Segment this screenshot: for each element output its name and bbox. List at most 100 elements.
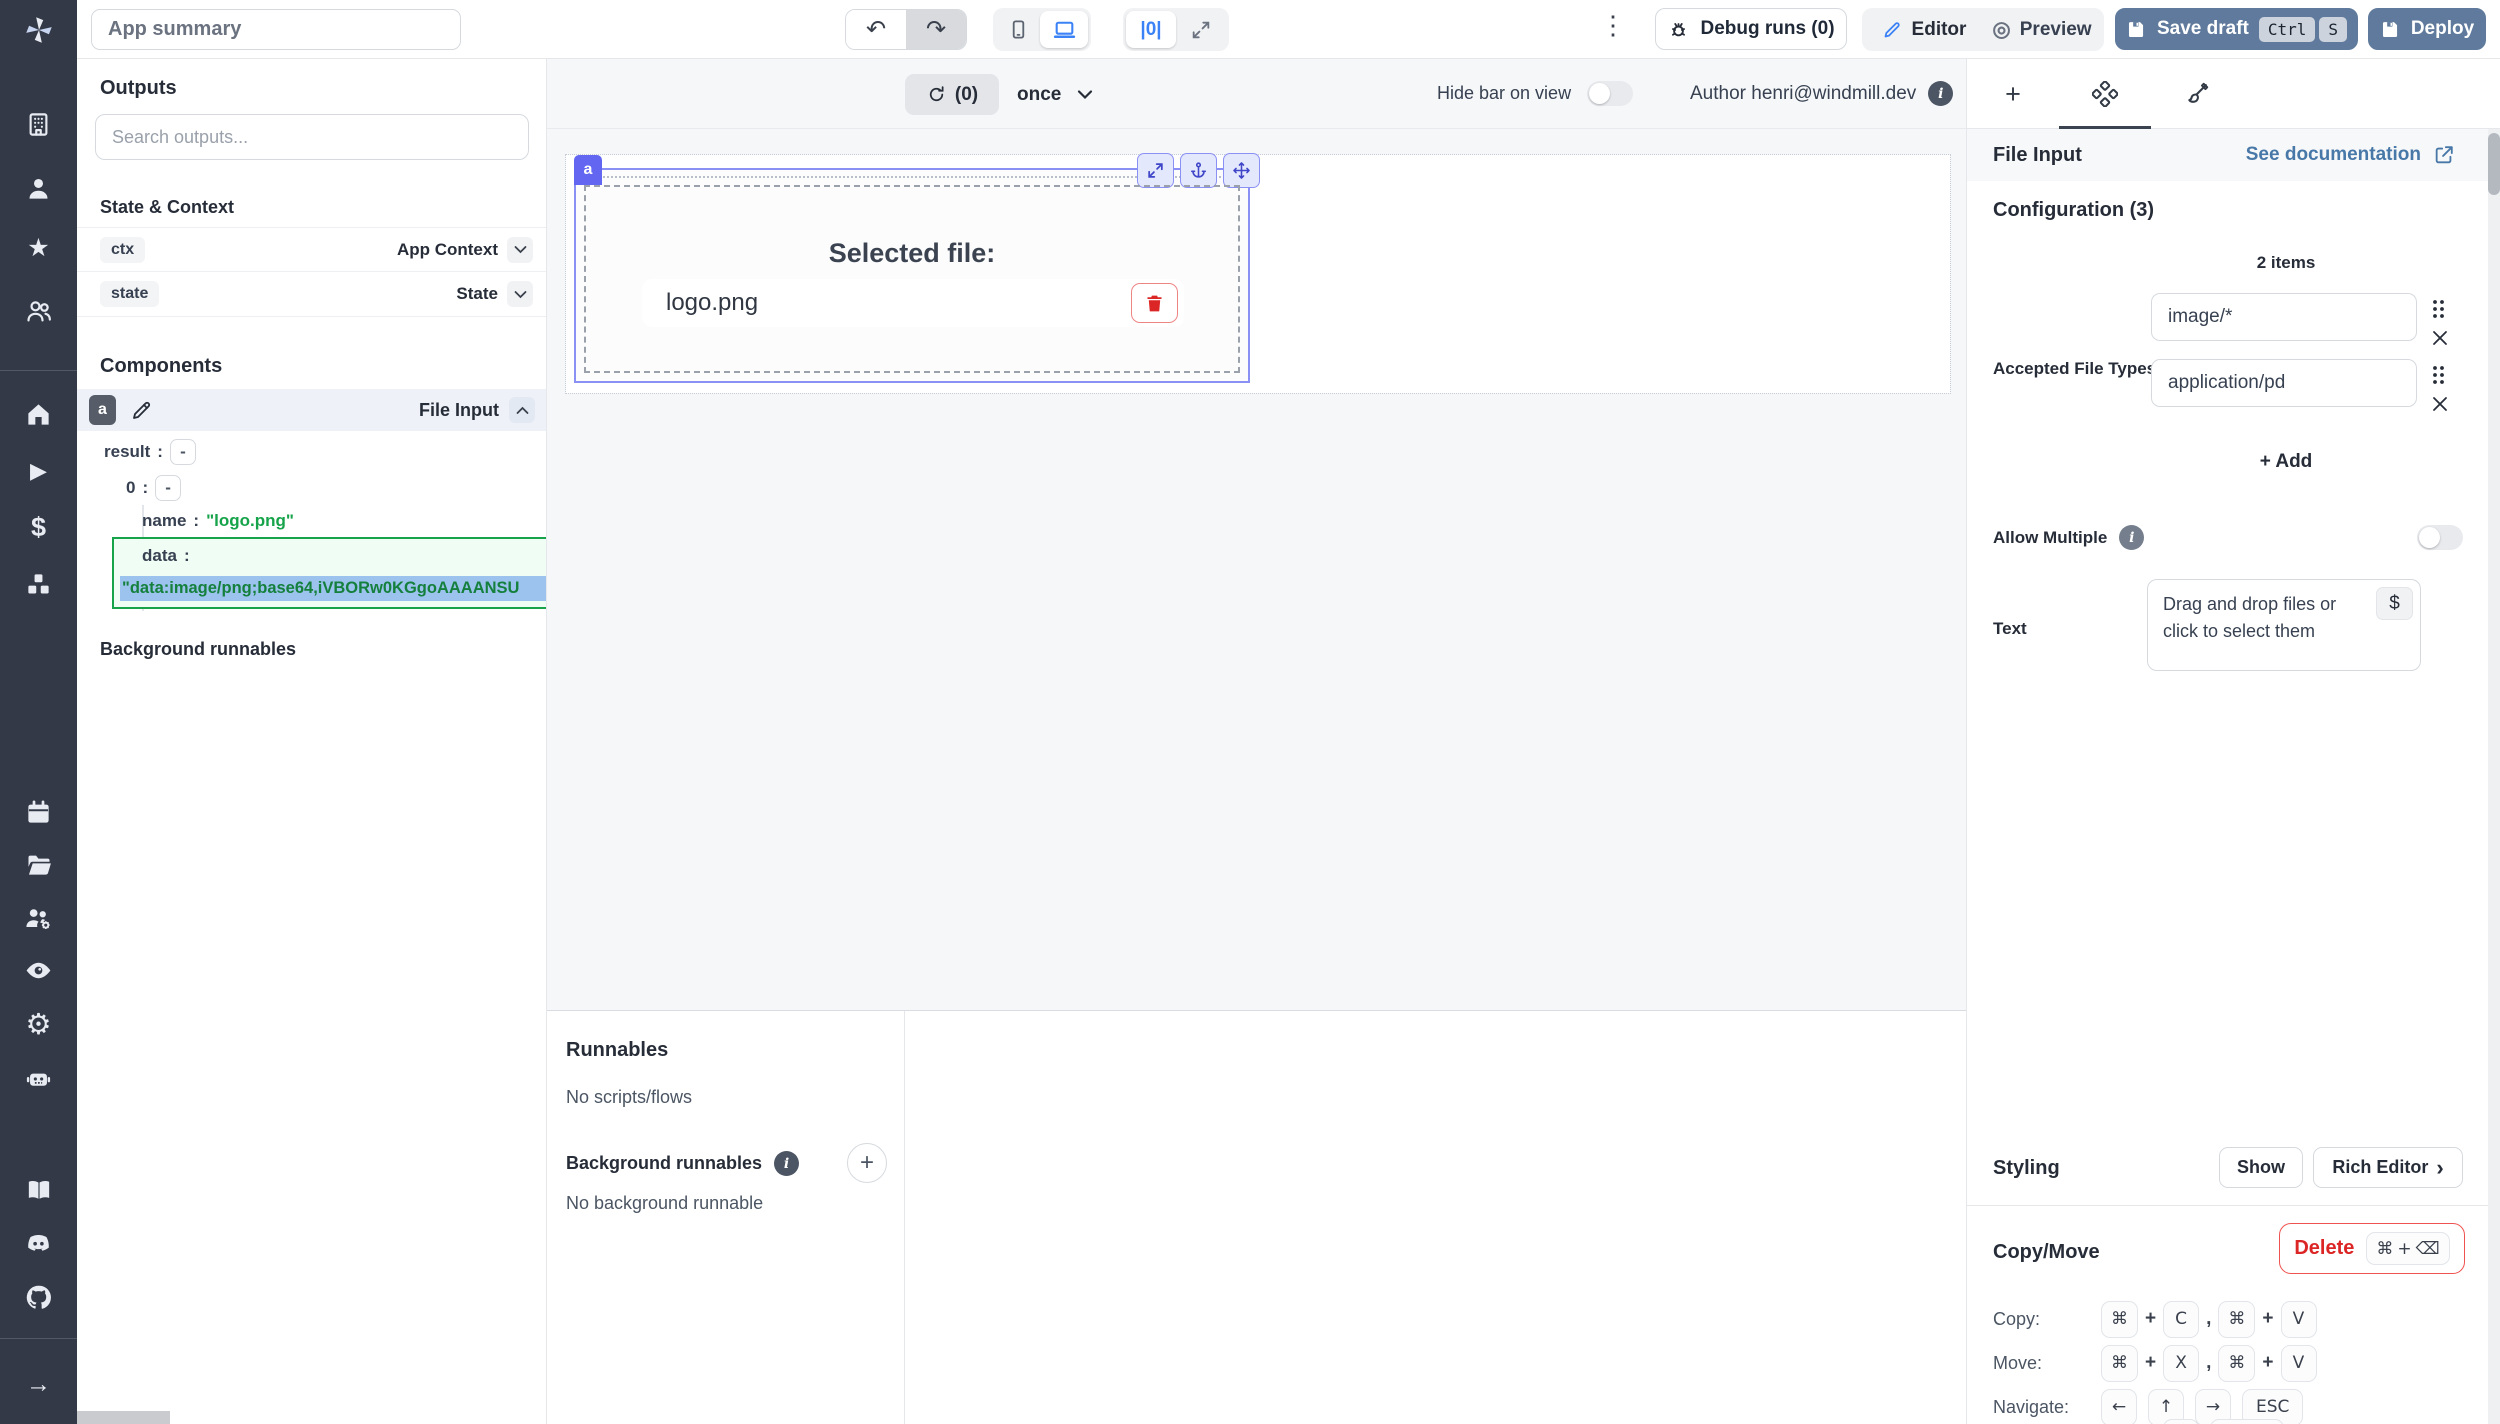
colon: :: [193, 511, 199, 531]
file-input-component[interactable]: a Selected file: logo.png: [574, 168, 1250, 383]
state-row[interactable]: state State: [77, 272, 547, 317]
gear-icon[interactable]: ⚙: [0, 1002, 77, 1046]
remove-type-2-button[interactable]: [2431, 395, 2449, 413]
user-icon[interactable]: [0, 166, 77, 210]
save-draft-label: Save draft: [2157, 18, 2249, 40]
tab-component-settings[interactable]: [2059, 59, 2151, 129]
play-icon[interactable]: ▶: [0, 449, 77, 493]
save-draft-button[interactable]: Save draft Ctrl S: [2115, 8, 2358, 50]
fullwidth-canvas-button[interactable]: [1176, 11, 1226, 48]
tree-key-result: result: [104, 442, 150, 462]
preview-label: Preview: [2020, 19, 2092, 41]
ctx-row[interactable]: ctx App Context: [77, 227, 547, 272]
folder-icon[interactable]: [0, 843, 77, 887]
styling-title: Styling: [1993, 1157, 2060, 1180]
play-glyph: ▶: [30, 458, 47, 484]
plus-separator: +: [2262, 1352, 2273, 1374]
undo-button[interactable]: ↶: [846, 10, 906, 49]
accepted-type-input-1[interactable]: [2151, 293, 2417, 341]
move-component-button[interactable]: [1223, 153, 1260, 188]
accepted-type-input-2[interactable]: [2151, 359, 2417, 407]
add-background-runnable-button[interactable]: +: [847, 1143, 887, 1183]
text-config-box[interactable]: Drag and drop files or click to select t…: [2147, 579, 2421, 671]
users-gear-icon[interactable]: [0, 896, 77, 940]
remove-file-button[interactable]: [1131, 283, 1178, 323]
settings-scrollbar-track[interactable]: [2488, 129, 2500, 1424]
search-outputs-input[interactable]: [95, 114, 529, 160]
expand-component-button[interactable]: [1137, 153, 1174, 188]
app-summary-input[interactable]: [91, 9, 461, 50]
settings-scrollbar-thumb[interactable]: [2488, 133, 2500, 195]
eye-icon[interactable]: [0, 948, 77, 992]
deploy-button[interactable]: Deploy: [2368, 8, 2486, 50]
hide-bar-control: Hide bar on view: [1437, 81, 1633, 106]
collapse-zero-button[interactable]: -: [155, 475, 181, 501]
book-icon[interactable]: [0, 1168, 77, 1212]
discord-icon[interactable]: [0, 1221, 77, 1265]
anchor-component-button[interactable]: [1180, 153, 1217, 188]
see-documentation-link[interactable]: See documentation: [2246, 144, 2455, 166]
runnables-title: Runnables: [566, 1039, 668, 1062]
star-icon[interactable]: ★: [0, 226, 77, 270]
debug-runs-button[interactable]: Debug runs (0): [1655, 8, 1847, 50]
info-icon[interactable]: i: [774, 1151, 799, 1176]
drag-handle-icon[interactable]: [2431, 365, 2446, 386]
top-toolbar: ↶ ↷ |0| ⋮ Debug runs (0) Editor: [77, 0, 2500, 59]
tab-insert-component[interactable]: +: [1967, 59, 2059, 129]
robot-icon[interactable]: [0, 1056, 77, 1100]
tab-preview[interactable]: ◎ Preview: [1983, 11, 2101, 48]
users-icon[interactable]: [0, 289, 77, 333]
shortcut-row-move: Move: ⌘+X,⌘+V: [1993, 1343, 2317, 1383]
collapse-result-button[interactable]: -: [170, 439, 196, 465]
home-icon[interactable]: [0, 392, 77, 436]
component-a-row[interactable]: a File Input: [77, 389, 547, 431]
redo-button[interactable]: ↷: [906, 10, 966, 49]
comma-separator: ,: [2206, 1308, 2211, 1330]
remove-type-1-button[interactable]: [2431, 329, 2449, 347]
tree-data-selected-box[interactable]: data : "data:image/png;base64,iVBORw0KGg…: [112, 537, 547, 609]
info-icon[interactable]: i: [1928, 81, 1953, 106]
chevron-down-icon[interactable]: [507, 281, 533, 307]
connect-data-button[interactable]: $: [2376, 587, 2413, 620]
state-context-title: State & Context: [100, 197, 234, 218]
tab-editor[interactable]: Editor: [1865, 11, 1983, 48]
chevron-up-icon[interactable]: [509, 397, 535, 423]
rich-editor-button[interactable]: Rich Editor ›: [2313, 1147, 2463, 1188]
info-icon[interactable]: i: [2119, 525, 2144, 550]
kebab-menu-button[interactable]: ⋮: [1600, 10, 1626, 41]
calendar-icon[interactable]: [0, 790, 77, 834]
kbd-s: S: [2319, 17, 2347, 42]
left-icon-rail: ★ ▶ $ ⚙: [0, 0, 77, 1424]
horizontal-scrollbar-thumb[interactable]: [77, 1411, 170, 1424]
github-icon[interactable]: [0, 1275, 77, 1319]
windmill-logo[interactable]: [0, 8, 77, 52]
tab-styling[interactable]: [2151, 59, 2243, 129]
add-accepted-type-button[interactable]: + Add: [2151, 451, 2421, 473]
drag-handle-icon[interactable]: [2431, 299, 2446, 320]
component-title: File Input: [1993, 144, 2082, 167]
delete-component-button[interactable]: Delete ⌘+⌫: [2279, 1223, 2465, 1274]
arrow-right-icon[interactable]: →: [0, 1362, 77, 1406]
kbd-c: C: [2163, 1301, 2199, 1338]
allow-multiple-label: Allow Multiple: [1993, 528, 2107, 548]
move-shortcut-label: Move:: [1993, 1353, 2101, 1374]
allow-multiple-toggle[interactable]: [2417, 525, 2463, 550]
kbd-partial: [2210, 1419, 2284, 1424]
tree-row-zero: 0 : -: [126, 475, 181, 501]
edit-pencil-icon[interactable]: [130, 398, 154, 422]
mobile-view-button[interactable]: [996, 11, 1040, 48]
kbd-partial: [2163, 1419, 2199, 1424]
recompute-mode-dropdown[interactable]: once: [1017, 74, 1093, 115]
cubes-icon[interactable]: [0, 562, 77, 606]
show-styling-button[interactable]: Show: [2219, 1147, 2303, 1188]
accepted-file-types-label: Accepted File Types: [1993, 359, 2156, 379]
chevron-down-icon[interactable]: [507, 237, 533, 263]
building-icon[interactable]: [0, 102, 77, 146]
center-canvas-button[interactable]: |0|: [1126, 11, 1176, 48]
desktop-view-button[interactable]: [1040, 11, 1088, 48]
dollar-icon[interactable]: $: [0, 505, 77, 549]
selected-file-label: Selected file:: [576, 238, 1248, 269]
recompute-button[interactable]: (0): [905, 74, 999, 115]
hide-bar-toggle[interactable]: [1587, 81, 1633, 106]
components-title: Components: [100, 355, 222, 378]
